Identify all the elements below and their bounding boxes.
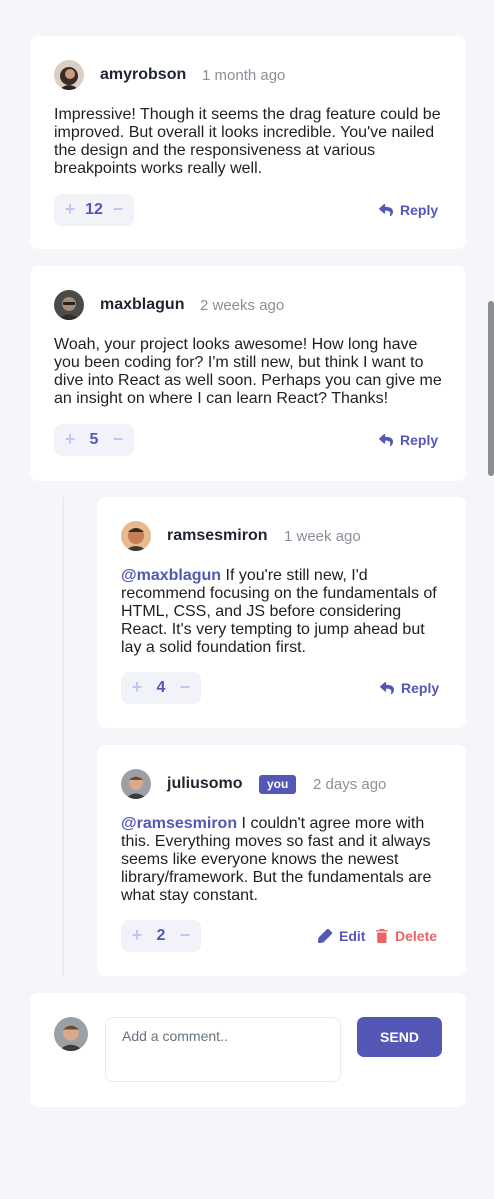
- reply-text: @ramsesmiron I couldn't agree more with …: [121, 815, 446, 905]
- reply-thread-line: [62, 497, 64, 976]
- username[interactable]: juliusomo: [167, 775, 243, 793]
- reply-button[interactable]: Reply: [380, 680, 439, 696]
- username[interactable]: ramsesmiron: [167, 527, 268, 545]
- mention[interactable]: @ramsesmiron: [121, 815, 237, 832]
- reply-label: Reply: [401, 680, 440, 696]
- timestamp: 1 week ago: [284, 528, 361, 545]
- timestamp: 2 days ago: [313, 776, 387, 793]
- you-badge: you: [259, 775, 297, 794]
- username[interactable]: amyrobson: [100, 66, 186, 84]
- minus-icon[interactable]: −: [172, 920, 198, 952]
- score-value: 5: [89, 431, 99, 448]
- reply-icon: [379, 203, 393, 216]
- username[interactable]: maxblagun: [100, 296, 184, 314]
- delete-button[interactable]: Delete: [376, 928, 437, 944]
- scrollbar[interactable]: [488, 301, 494, 476]
- avatar: [121, 769, 151, 799]
- edit-button[interactable]: Edit: [318, 928, 365, 944]
- score-value: 2: [156, 927, 166, 944]
- score-counter: + 5 −: [54, 424, 134, 456]
- minus-icon[interactable]: −: [172, 672, 198, 704]
- minus-icon[interactable]: −: [105, 424, 131, 456]
- reply-label: Reply: [400, 432, 439, 448]
- avatar: [121, 521, 151, 551]
- avatar: [54, 290, 84, 320]
- edit-label: Edit: [339, 928, 366, 944]
- reply-icon: [380, 681, 394, 694]
- reply-label: Reply: [400, 202, 439, 218]
- reply-card: juliusomo you 2 days ago @ramsesmiron I …: [97, 745, 466, 976]
- send-button[interactable]: SEND: [357, 1017, 442, 1057]
- delete-icon: [376, 929, 388, 943]
- reply-text: @maxblagun If you're still new, I'd reco…: [121, 567, 446, 657]
- reply-button[interactable]: Reply: [379, 202, 438, 218]
- score-value: 4: [156, 679, 166, 696]
- minus-icon[interactable]: −: [105, 194, 131, 226]
- reply-card: ramsesmiron 1 week ago @maxblagun If you…: [97, 497, 466, 728]
- delete-label: Delete: [395, 928, 438, 944]
- score-counter: + 2 −: [121, 920, 201, 952]
- score-counter: + 12 −: [54, 194, 134, 226]
- avatar: [54, 1017, 88, 1051]
- comment-text: Impressive! Though it seems the drag fea…: [54, 106, 441, 177]
- comment-card: maxblagun 2 weeks ago Woah, your project…: [30, 266, 466, 481]
- reply-icon: [379, 433, 393, 446]
- reply-button[interactable]: Reply: [379, 432, 438, 448]
- mention[interactable]: @maxblagun: [121, 567, 221, 584]
- avatar: [54, 60, 84, 90]
- score-counter: + 4 −: [121, 672, 201, 704]
- score-value: 12: [85, 201, 103, 218]
- timestamp: 2 weeks ago: [200, 297, 285, 314]
- timestamp: 1 month ago: [202, 67, 286, 84]
- comment-input[interactable]: [105, 1017, 341, 1082]
- comment-text: Woah, your project looks awesome! How lo…: [54, 336, 442, 407]
- comment-card: amyrobson 1 month ago Impressive! Though…: [30, 36, 466, 249]
- edit-icon: [318, 929, 332, 943]
